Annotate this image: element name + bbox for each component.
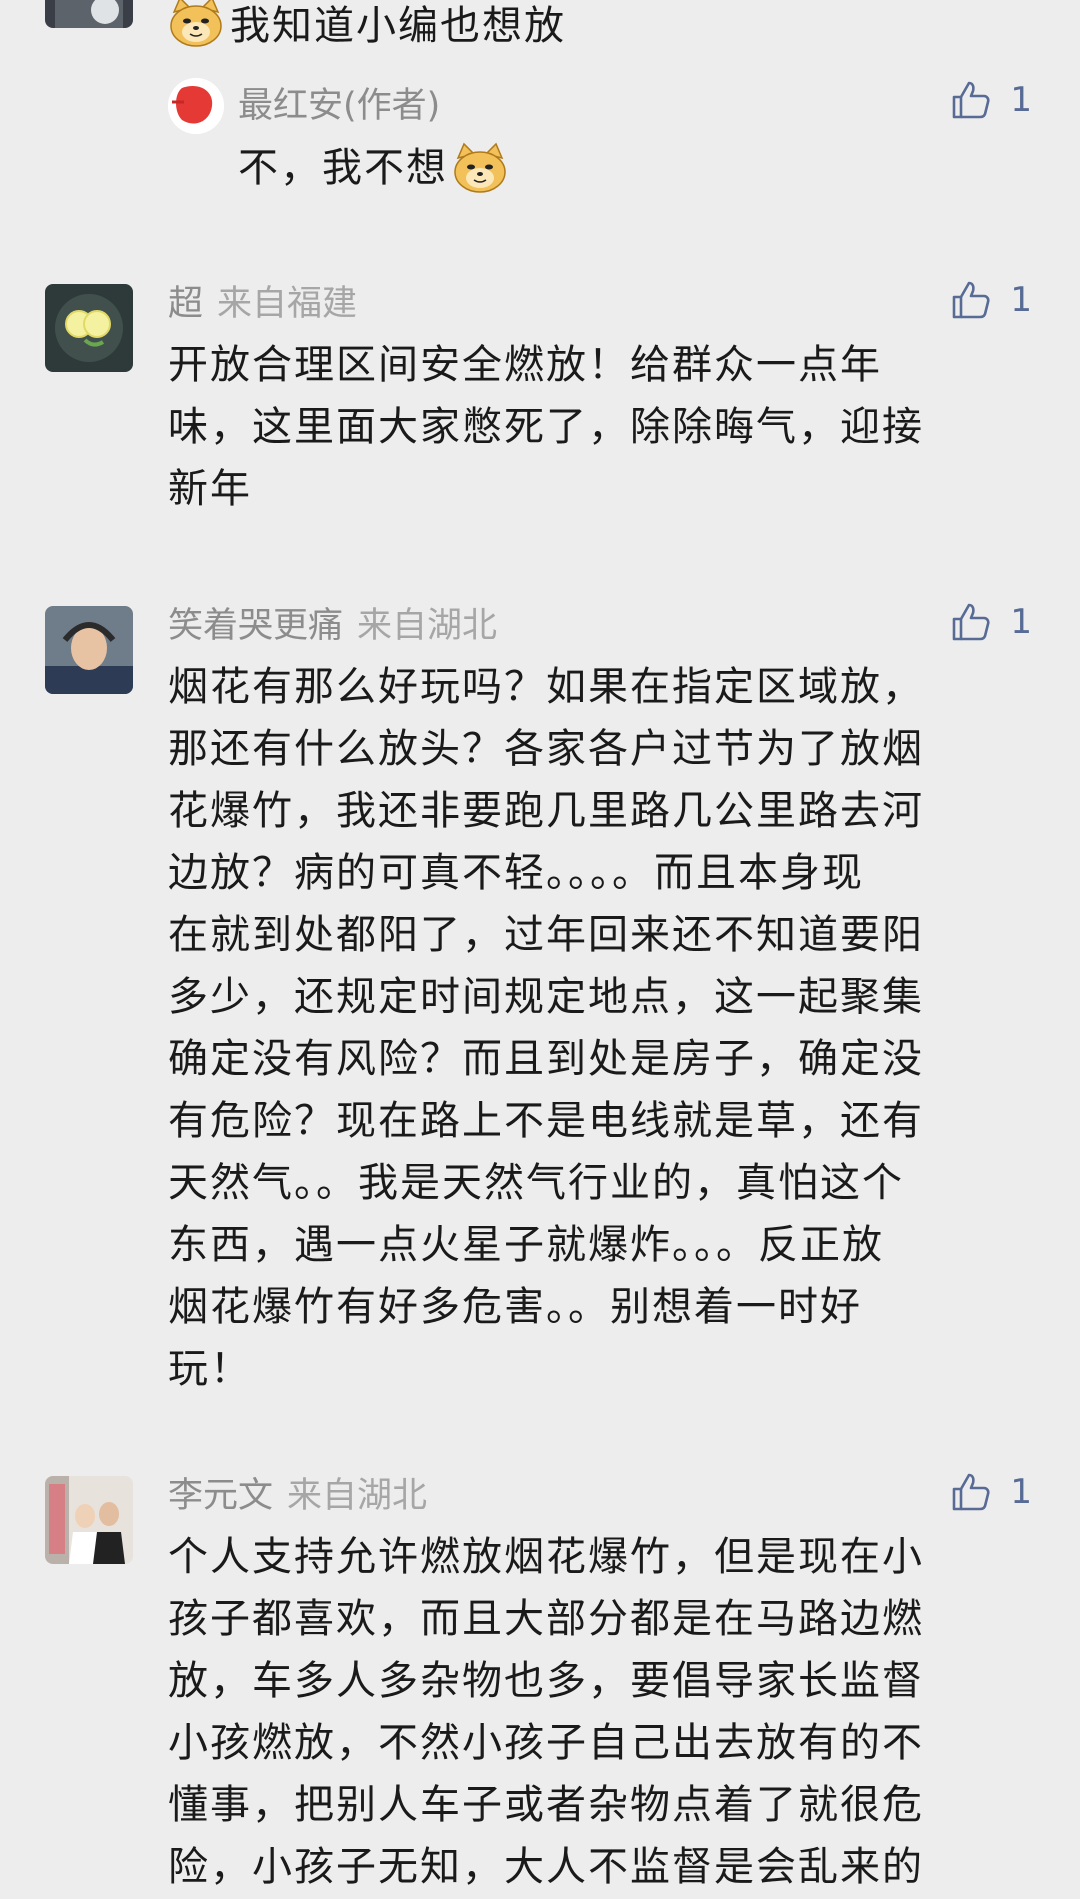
- avatar-xiaozhe[interactable]: [45, 606, 133, 694]
- comment-username[interactable]: 超: [168, 284, 203, 324]
- top-comment-text: 我知道小编也想放: [230, 3, 566, 49]
- author-name[interactable]: 最红安(作者): [238, 86, 440, 126]
- like-count: 1: [1010, 280, 1032, 320]
- comment-location: 来自福建: [217, 284, 358, 324]
- comment-username[interactable]: 李元文: [168, 1476, 273, 1516]
- like-button[interactable]: 1: [950, 1468, 1032, 1516]
- avatar-liyuanwen[interactable]: [45, 1476, 133, 1564]
- top-comment: 我知道小编也想放: [168, 0, 566, 52]
- avatar-chao[interactable]: [45, 284, 133, 372]
- author-reply-body: 不，我不想: [238, 145, 448, 191]
- doge-emoji-icon: [452, 142, 508, 194]
- comment-text: 个人支持允许燃放烟花爆竹，但是现在小 孩子都喜欢，而且大部分都是在马路边燃 放，…: [168, 1534, 924, 1890]
- like-count: 1: [1010, 1472, 1032, 1512]
- comment-text: 烟花有那么好玩吗？如果在指定区域放， 那还有什么放头？各家各户过节为了放烟 花爆…: [168, 664, 924, 1392]
- like-button[interactable]: 1: [950, 598, 1032, 646]
- thumb-up-icon: [950, 279, 992, 321]
- like-button[interactable]: 1: [950, 276, 1032, 324]
- comment-text: 开放合理区间安全燃放！给群众一点年 味，这里面大家憋死了，除除晦气，迎接 新年: [168, 342, 924, 512]
- comment-meta: 李元文 来自湖北: [168, 1476, 427, 1516]
- thumb-up-icon: [950, 601, 992, 643]
- comment-location: 来自湖北: [287, 1476, 428, 1516]
- comment-meta: 超来自福建: [168, 284, 357, 324]
- comment-location: 来自湖北: [357, 606, 498, 646]
- author-like-count: 1: [1010, 80, 1032, 120]
- like-count: 1: [1010, 602, 1032, 642]
- author-like-button[interactable]: 1: [950, 76, 1032, 124]
- avatar-top[interactable]: [45, 0, 133, 28]
- author-avatar[interactable]: [168, 78, 224, 134]
- comment-username[interactable]: 笑着哭更痛: [168, 606, 343, 646]
- thumb-up-icon: [950, 79, 992, 121]
- author-reply-text: 不，我不想: [238, 140, 508, 196]
- thumb-up-icon: [950, 1471, 992, 1513]
- comment-meta: 笑着哭更痛 来自湖北: [168, 606, 497, 646]
- doge-emoji-icon: [168, 0, 224, 48]
